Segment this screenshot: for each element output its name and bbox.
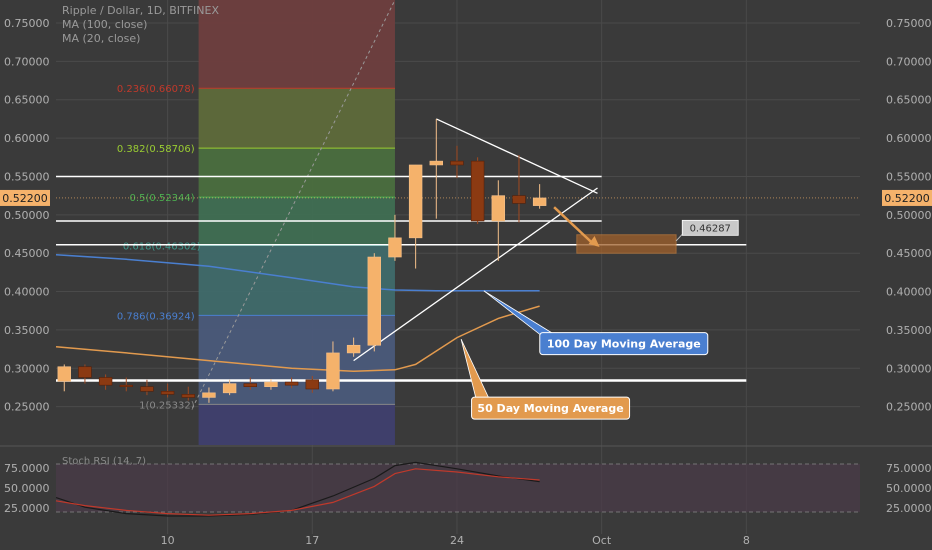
x-tick-3: Oct — [592, 534, 612, 547]
candle-body-23 — [532, 197, 547, 206]
fib-zone-2 — [198, 245, 395, 316]
y-tick-right-3: 0.60000 — [886, 132, 932, 145]
candle-body-19 — [450, 160, 464, 166]
y-tick-right-10: 0.25000 — [886, 401, 932, 414]
y-tick-right-0: 0.75000 — [886, 17, 932, 30]
candle-body-8 — [222, 383, 237, 394]
rsi-tick-left-1: 50.0000 — [4, 482, 50, 495]
candle-body-0 — [57, 366, 71, 382]
fib-zone-0 — [198, 404, 395, 445]
rsi-tick-left-0: 75.0000 — [4, 462, 50, 475]
candle-body-11 — [284, 381, 299, 386]
y-tick-right-4: 0.55000 — [886, 170, 932, 183]
candle-body-17 — [408, 164, 423, 239]
y-tick-right-2: 0.65000 — [886, 94, 932, 107]
candle-body-7 — [202, 392, 216, 398]
fib-zone-6 — [198, 0, 395, 89]
fib-level-label-4: 0.382(0.58706) — [117, 144, 195, 155]
rsi-band — [56, 464, 860, 512]
y-tick-left-7: 0.40000 — [4, 286, 50, 299]
x-tick-4: 8 — [743, 534, 750, 547]
candle-body-14 — [346, 344, 361, 354]
rsi-tick-right-0: 75.0000 — [886, 462, 932, 475]
chart-container: 1(0.25332) 0.786(0.36924) 0.618(0.46302) 0.… — [0, 0, 932, 550]
candle-body-13 — [326, 352, 340, 390]
rsi-tick-left-2: 25.0000 — [4, 502, 50, 515]
y-tick-left-9: 0.30000 — [4, 362, 50, 375]
ma50-callout-text: 50 Day Moving Average — [477, 402, 623, 415]
y-tick-left-8: 0.35000 — [4, 324, 50, 337]
y-tick-left-10: 0.25000 — [4, 401, 50, 414]
fib-level-label-1: 0.786(0.36924) — [117, 311, 195, 322]
candle-body-6 — [181, 394, 195, 398]
y-tick-right-7: 0.40000 — [886, 286, 932, 299]
y-tick-left-6: 0.45000 — [4, 247, 50, 260]
y-tick-left-4: 0.55000 — [4, 170, 50, 183]
price-chart[interactable]: 1(0.25332) 0.786(0.36924) 0.618(0.46302) 0.… — [0, 0, 932, 550]
target-label-text: 0.46287 — [690, 223, 731, 234]
candle-body-4 — [140, 386, 154, 392]
current-price-text-left: 0.52200 — [2, 192, 48, 205]
candle-body-1 — [78, 366, 92, 378]
y-tick-right-8: 0.35000 — [886, 324, 932, 337]
fib-level-label-3: 0.5(0.52344) — [130, 193, 195, 204]
candle-body-12 — [305, 379, 319, 390]
fib-level-label-2: 0.618(0.46302) — [123, 242, 201, 253]
candle-body-10 — [264, 381, 278, 387]
y-tick-left-0: 0.75000 — [4, 17, 50, 30]
ma100-callout-text: 100 Day Moving Average — [547, 338, 701, 351]
candle-body-2 — [98, 377, 113, 386]
y-tick-left-1: 0.70000 — [4, 55, 50, 68]
fib-level-label-5: 0.236(0.66078) — [117, 84, 195, 95]
candle-body-22 — [512, 195, 526, 204]
candle-body-3 — [119, 384, 133, 387]
y-tick-right-9: 0.30000 — [886, 362, 932, 375]
fib-zone-5 — [198, 88, 395, 149]
x-tick-0: 10 — [161, 534, 175, 547]
y-tick-left-3: 0.60000 — [4, 132, 50, 145]
y-tick-right-1: 0.70000 — [886, 55, 932, 68]
fib-zone-4 — [198, 148, 395, 198]
x-tick-2: 24 — [450, 534, 464, 547]
y-tick-left-5: 0.50000 — [4, 209, 50, 222]
candle-body-5 — [160, 390, 175, 395]
y-tick-left-2: 0.65000 — [4, 94, 50, 107]
y-tick-right-5: 0.50000 — [886, 209, 932, 222]
rsi-legend-text: Stoch RSI (14, 7) — [62, 456, 146, 467]
header-study-ma100: MA (100, close) — [62, 18, 147, 31]
header-study-ma20: MA (20, close) — [62, 32, 140, 45]
header-symbol-text: Ripple / Dollar, 1D, BITFINEX — [62, 4, 219, 17]
y-tick-right-6: 0.45000 — [886, 247, 932, 260]
candle-body-9 — [243, 383, 257, 387]
candle-body-16 — [388, 237, 402, 258]
rsi-tick-right-2: 25.0000 — [886, 502, 932, 515]
rsi-tick-right-1: 50.0000 — [886, 482, 932, 495]
current-price-text-right: 0.52200 — [884, 192, 930, 205]
x-tick-1: 17 — [305, 534, 319, 547]
fib-level-label-0: 1(0.25332) — [139, 400, 195, 411]
candle-body-20 — [470, 160, 485, 222]
candle-body-15 — [367, 256, 382, 346]
candle-body-18 — [429, 160, 444, 166]
candle-body-21 — [491, 195, 506, 222]
